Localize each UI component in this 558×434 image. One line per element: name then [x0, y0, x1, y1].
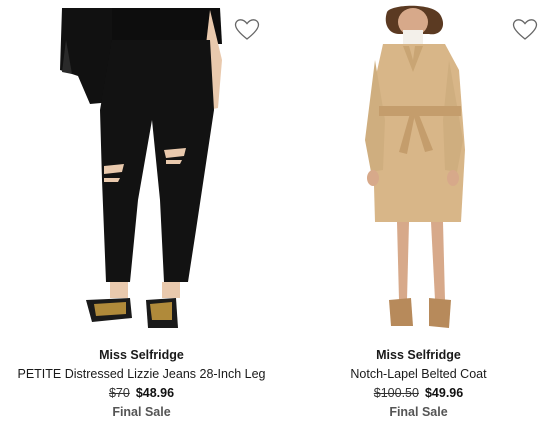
wishlist-heart-icon[interactable]: [512, 18, 538, 42]
original-price: $70: [108, 386, 130, 400]
price-row: $100.50 $49.96: [279, 386, 558, 400]
product-title[interactable]: Notch-Lapel Belted Coat: [279, 367, 558, 381]
product-brand[interactable]: Miss Selfridge: [279, 348, 558, 362]
product-card[interactable]: Miss Selfridge PETITE Distressed Lizzie …: [0, 0, 279, 434]
product-image[interactable]: [279, 0, 558, 340]
product-brand[interactable]: Miss Selfridge: [2, 348, 281, 362]
product-title[interactable]: PETITE Distressed Lizzie Jeans 28-Inch L…: [2, 367, 281, 381]
final-sale-label: Final Sale: [389, 405, 448, 419]
original-price: $100.50: [373, 386, 419, 400]
sale-price: $49.96: [424, 386, 464, 400]
product-card[interactable]: Miss Selfridge Notch-Lapel Belted Coat $…: [279, 0, 558, 434]
final-sale-label: Final Sale: [112, 405, 171, 419]
product-grid: Miss Selfridge PETITE Distressed Lizzie …: [0, 0, 558, 434]
wishlist-heart-icon[interactable]: [234, 18, 260, 42]
sale-price: $48.96: [135, 386, 175, 400]
price-row: $70 $48.96: [2, 386, 281, 400]
product-image[interactable]: [0, 0, 279, 340]
